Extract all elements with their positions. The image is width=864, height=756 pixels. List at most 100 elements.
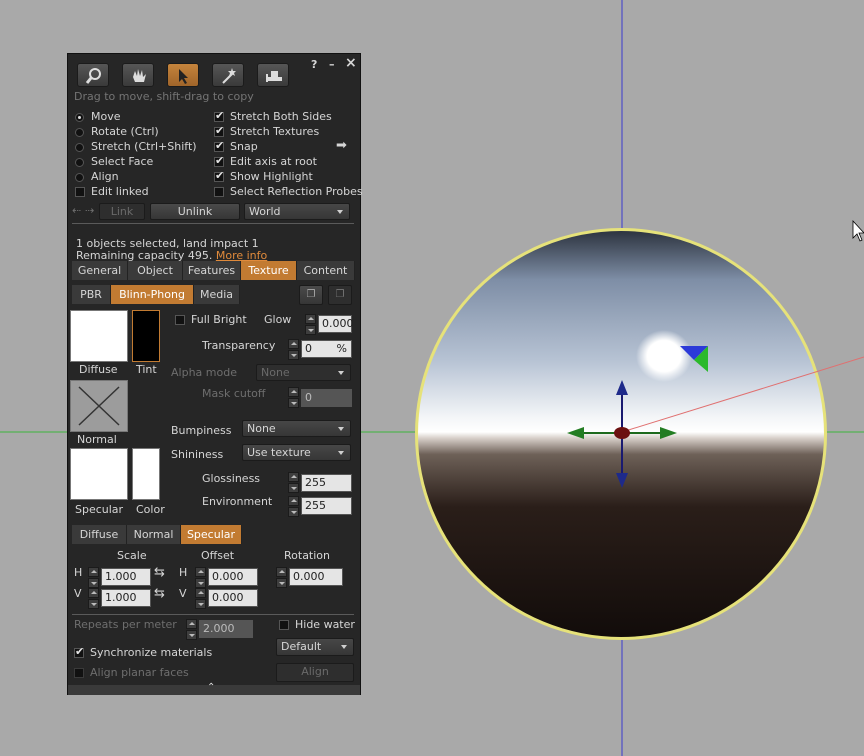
scale-h-input[interactable]: 1.000 — [101, 568, 151, 586]
glossiness-label: Glossiness — [202, 472, 261, 485]
stretch-both-sides-checkbox[interactable] — [214, 109, 224, 122]
offset-label: Offset — [201, 549, 235, 562]
color-label: Color — [136, 503, 165, 516]
tab-object[interactable]: Object — [128, 261, 183, 280]
align-mode-dropdown[interactable]: Default — [276, 638, 354, 656]
mode-move-radio[interactable] — [75, 113, 84, 122]
specular-texture-swatch[interactable] — [70, 448, 128, 500]
mask-cutoff-input[interactable]: 0 — [301, 389, 352, 407]
close-button[interactable]: × — [345, 55, 357, 71]
tab-map-specular[interactable]: Specular — [181, 525, 242, 544]
glow-spinner[interactable] — [305, 314, 316, 335]
repeats-per-meter-label: Repeats per meter — [74, 618, 177, 631]
tint-color-swatch[interactable] — [132, 310, 160, 362]
glossiness-input[interactable]: 255 — [301, 474, 352, 492]
mode-stretch-radio[interactable] — [75, 143, 84, 152]
align-button[interactable]: Align — [276, 663, 354, 682]
grab-tool-button[interactable] — [122, 63, 154, 87]
repeats-per-meter-input[interactable]: 2.000 — [199, 620, 253, 638]
select-reflection-probes-checkbox[interactable] — [214, 187, 224, 197]
glow-input[interactable]: 0.000 — [318, 315, 354, 333]
scale-h-flip-icon[interactable]: ⇆ — [154, 565, 165, 580]
repeats-spinner[interactable] — [186, 619, 197, 640]
snap-options-arrow-icon[interactable]: ➡ — [336, 138, 347, 153]
scale-h-spinner[interactable] — [88, 567, 99, 588]
rotation-input[interactable]: 0.000 — [289, 568, 343, 586]
full-bright-checkbox[interactable] — [175, 315, 185, 325]
snap-checkbox[interactable] — [214, 139, 224, 152]
offset-v-input[interactable]: 0.000 — [208, 589, 258, 607]
tab-map-normal[interactable]: Normal — [127, 525, 181, 544]
tab-media[interactable]: Media — [194, 285, 240, 304]
transparency-input[interactable]: 0% — [301, 340, 352, 358]
tab-general[interactable]: General — [72, 261, 128, 280]
environment-input[interactable]: 255 — [301, 497, 352, 515]
mode-rotate-label: Rotate (Ctrl) — [91, 125, 159, 138]
edit-linked-checkbox[interactable] — [75, 187, 85, 197]
tab-blinn-phong[interactable]: Blinn-Phong — [111, 285, 194, 304]
rotation-label: Rotation — [284, 549, 331, 562]
select-reflection-probes-label: Select Reflection Probes — [230, 185, 363, 198]
scale-label: Scale — [117, 549, 147, 562]
focus-tool-button[interactable] — [77, 63, 109, 87]
scale-v-flip-icon[interactable]: ⇆ — [154, 586, 165, 601]
unlink-button[interactable]: Unlink — [150, 203, 240, 220]
edit-axis-at-root-checkbox[interactable] — [214, 154, 224, 167]
synchronize-materials-checkbox[interactable] — [74, 645, 84, 658]
bumpiness-dropdown[interactable]: None — [242, 420, 351, 437]
rotation-spinner[interactable] — [276, 567, 287, 588]
arrow-cursor-icon — [179, 69, 188, 84]
scale-v-label: V — [74, 587, 82, 600]
normal-label: Normal — [77, 433, 117, 446]
stretch-textures-checkbox[interactable] — [214, 124, 224, 137]
tab-content[interactable]: Content — [297, 261, 355, 280]
scale-v-spinner[interactable] — [88, 588, 99, 609]
environment-spinner[interactable] — [288, 496, 299, 517]
normal-texture-swatch[interactable] — [70, 380, 128, 432]
shininess-dropdown[interactable]: Use texture — [242, 444, 351, 461]
tab-features[interactable]: Features — [183, 261, 241, 280]
mode-align-radio[interactable] — [75, 173, 84, 182]
snap-label: Snap — [230, 140, 258, 153]
specular-color-swatch[interactable] — [132, 448, 160, 500]
mask-cutoff-label: Mask cutoff — [202, 387, 266, 400]
alpha-mode-dropdown[interactable]: None — [256, 364, 351, 381]
edit-tool-button[interactable] — [167, 63, 199, 87]
scale-v-input[interactable]: 1.000 — [101, 589, 151, 607]
help-button[interactable]: ? — [311, 58, 317, 71]
collapse-bar[interactable]: ⌃ — [68, 682, 360, 695]
mouse-cursor-icon — [852, 219, 864, 242]
create-tool-button[interactable] — [212, 63, 244, 87]
copy-faces-button[interactable]: ❐ — [299, 285, 323, 305]
glossiness-spinner[interactable] — [288, 472, 299, 493]
land-tool-button[interactable] — [257, 63, 289, 87]
mode-select-face-radio[interactable] — [75, 158, 84, 167]
bumpiness-label: Bumpiness — [171, 424, 232, 437]
mode-rotate-radio[interactable] — [75, 128, 84, 137]
copy-icon: ❐ — [306, 289, 316, 300]
hide-water-checkbox[interactable] — [279, 620, 289, 630]
tab-map-diffuse[interactable]: Diffuse — [72, 525, 127, 544]
ruler-mode-dropdown[interactable]: World — [244, 203, 350, 220]
alpha-mode-label: Alpha mode — [171, 366, 237, 379]
prev-link-arrow-icon[interactable]: ⇠ — [72, 204, 81, 217]
offset-h-input[interactable]: 0.000 — [208, 568, 258, 586]
offset-v-spinner[interactable] — [195, 588, 206, 609]
environment-label: Environment — [202, 495, 273, 508]
align-planar-faces-checkbox[interactable] — [74, 668, 84, 678]
no-texture-icon — [78, 386, 120, 426]
divider — [72, 223, 354, 224]
diffuse-texture-swatch[interactable] — [70, 310, 128, 362]
offset-h-spinner[interactable] — [195, 567, 206, 588]
next-link-arrow-icon[interactable]: ⇢ — [85, 204, 94, 217]
paste-faces-button[interactable]: ❐ — [328, 285, 352, 305]
hide-water-label: Hide water — [295, 618, 355, 631]
tab-texture[interactable]: Texture — [241, 261, 297, 280]
show-highlight-checkbox[interactable] — [214, 169, 224, 182]
mask-cutoff-spinner[interactable] — [288, 387, 299, 408]
offset-h-label: H — [179, 566, 188, 579]
transparency-spinner[interactable] — [288, 339, 299, 360]
minimize-button[interactable]: – — [329, 58, 335, 71]
tab-pbr[interactable]: PBR — [72, 285, 111, 304]
link-button[interactable]: Link — [99, 203, 145, 220]
